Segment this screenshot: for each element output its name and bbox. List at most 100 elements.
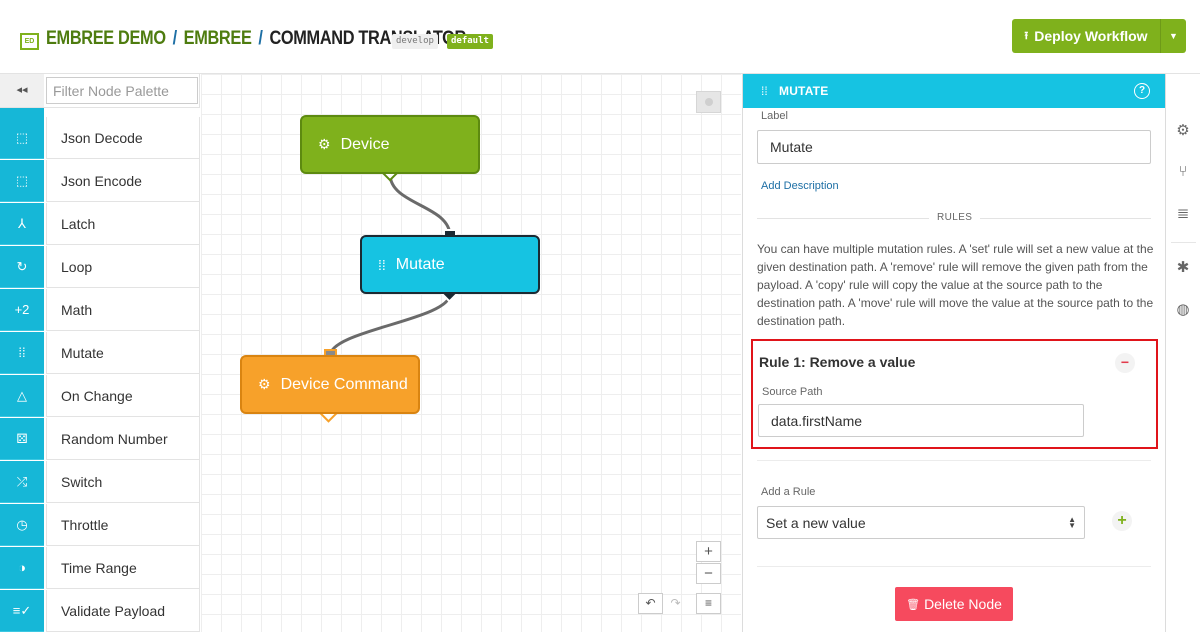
rule-card: Rule 1: Remove a value − Source Path dat… [751,339,1158,449]
palette-item-mutate[interactable]: ⁞⁞ Mutate [0,332,199,375]
palette-item-random-number[interactable]: ⚄ Random Number [0,418,199,461]
globe-icon[interactable]: ◍ [1174,301,1192,319]
canvas-menu-button[interactable]: ≡ [696,593,721,614]
palette-item-label: Random Number [46,418,199,460]
latch-icon: ⅄ [0,203,44,245]
palette-item-math[interactable]: +2 Math [0,289,199,332]
delete-node-label: Delete Node [924,596,1002,612]
trash-icon: 🗑 [906,598,921,611]
branch-icon[interactable]: ⑂ [1174,163,1192,181]
upload-icon: ⭱ [1024,29,1029,42]
add-rule-selected-value: Set a new value [766,514,866,531]
palette-scroll-cap [0,108,44,117]
breadcrumb-org[interactable]: EMBREE DEMO [46,28,166,50]
rules-heading: RULES [929,212,981,223]
chip-icon: ⚙ [318,136,331,152]
label-input[interactable]: Mutate [757,130,1151,164]
canvas-minimap-toggle[interactable] [696,91,721,113]
palette-item-label: Json Encode [46,160,199,202]
label-field-caption: Label [761,110,788,122]
bug-icon[interactable]: ✱ [1174,259,1192,277]
palette-item-latch[interactable]: ⅄ Latch [0,203,199,246]
breadcrumb-separator: / [258,28,263,49]
rule-title: Rule 1: Remove a value [759,354,916,370]
palette-item-json-decode[interactable]: ⬚ Json Decode [0,117,199,160]
palette-item-switch[interactable]: ⤮ Switch [0,461,199,504]
gear-icon[interactable]: ⚙ [1174,122,1192,140]
delete-node-button[interactable]: 🗑 Delete Node [895,587,1013,621]
validate-payload-icon: ≡✓ [0,590,44,632]
application-logo-icon[interactable]: ED [20,33,39,50]
deploy-workflow-button[interactable]: ⭱ Deploy Workflow [1012,19,1161,53]
palette-item-label: Throttle [46,504,199,546]
json-decode-icon: ⬚ [0,117,44,159]
loop-icon: ↻ [0,246,44,288]
remove-rule-button[interactable]: − [1115,353,1135,373]
mutate-icon: ⁞⁞ [0,332,44,374]
mutate-icon: ⁞⁞ [761,84,768,98]
branch-tag[interactable]: develop [392,34,438,49]
palette-item-label: Json Decode [46,117,199,159]
filter-node-palette-input[interactable] [46,77,198,104]
right-toolbar: ⚙ ⑂ ≣ ✱ ◍ [1167,74,1200,632]
palette-item-on-change[interactable]: △ On Change [0,375,199,418]
select-arrows-icon: ▲ ▼ [1068,514,1076,530]
version-tag[interactable]: default [447,34,493,49]
palette-item-label: Latch [46,203,199,245]
palette-item-label: Math [46,289,199,331]
throttle-icon: ◷ [0,504,44,546]
node-properties-panel: ⁞⁞ MUTATE ? Label Mutate Add Description… [742,74,1166,632]
zoom-in-button[interactable]: + [696,541,721,562]
section-divider [757,566,1151,567]
palette-item-time-range[interactable]: ◑ Time Range [0,547,199,590]
workflow-node-device[interactable]: ⚙ Device [300,115,480,174]
palette-item-throttle[interactable]: ◷ Throttle [0,504,199,547]
panel-header: ⁞⁞ MUTATE ? [743,74,1165,108]
json-encode-icon: ⬚ [0,160,44,202]
help-icon[interactable]: ? [1134,83,1150,99]
palette-item-loop[interactable]: ↻ Loop [0,246,199,289]
zoom-out-button[interactable]: − [696,563,721,584]
random-number-icon: ⚄ [0,418,44,460]
workflow-node-mutate[interactable]: ⁞⁞ Mutate [360,235,540,294]
palette-item-label: Time Range [46,547,199,589]
palette-item-json-encode[interactable]: ⬚ Json Encode [0,160,199,203]
add-rule-select[interactable]: Set a new value ▲ ▼ [757,506,1085,539]
deploy-workflow-button-group: ⭱ Deploy Workflow ▼ [1012,19,1186,53]
node-label: Device [340,135,390,153]
palette-item-validate-payload[interactable]: ≡✓ Validate Payload [0,590,199,632]
palette-item-label: Mutate [46,332,199,374]
workflow-node-device-command[interactable]: ⚙ Device Command [240,355,420,414]
deploy-options-dropdown[interactable]: ▼ [1161,19,1186,53]
switch-icon: ⤮ [0,461,44,503]
add-description-link[interactable]: Add Description [761,180,839,192]
breadcrumb-application[interactable]: EMBREE [184,28,252,50]
palette-item-label: Switch [46,461,199,503]
node-label: Device Command [280,375,408,393]
palette-toolbar: ◂◂ [0,74,200,108]
add-rule-button[interactable]: + [1112,511,1132,531]
node-label: Mutate [395,255,445,273]
breadcrumb-separator: / [172,28,178,49]
undo-button[interactable]: ↶ [638,593,663,614]
chip-icon: ⚙ [258,376,271,392]
math-icon: +2 [0,289,44,331]
database-icon[interactable]: ≣ [1174,205,1192,223]
on-change-icon: △ [0,375,44,417]
time-range-icon: ◑ [0,547,44,589]
source-path-input[interactable]: data.firstName [758,404,1084,437]
top-bar: ED EMBREE DEMO / EMBREE / COMMAND TRANSL… [0,0,1200,74]
add-rule-label: Add a Rule [761,486,816,498]
section-divider [757,460,1151,461]
palette-item-label: On Change [46,375,199,417]
chevron-down-icon: ▼ [1169,31,1178,41]
rules-description: You can have multiple mutation rules. A … [757,242,1154,328]
collapse-palette-button[interactable]: ◂◂ [0,74,44,107]
palette-item-label: Validate Payload [46,590,199,632]
panel-title: MUTATE [779,84,829,98]
deploy-workflow-label: Deploy Workflow [1034,28,1148,44]
redo-button[interactable]: ↷ [663,593,688,614]
node-palette: ⬚ Json Decode ⬚ Json Encode ⅄ Latch ↻ Lo… [0,117,200,632]
palette-item-label: Loop [46,246,199,288]
source-path-label: Source Path [762,386,823,398]
